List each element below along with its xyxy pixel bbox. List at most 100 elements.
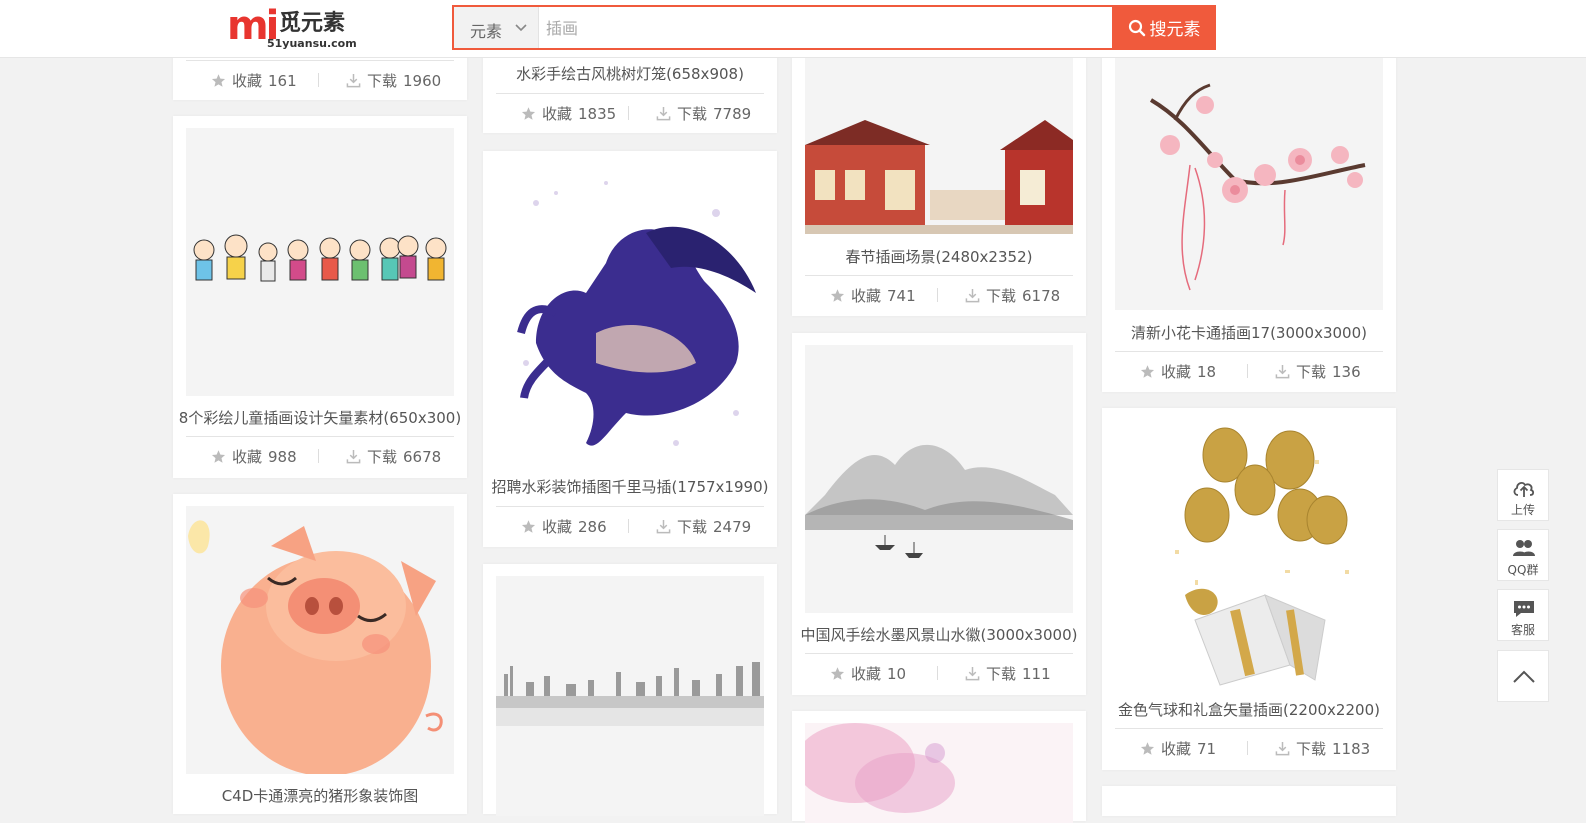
card-title[interactable]: 春节插画场景(2480x2352)	[792, 246, 1086, 267]
resource-card[interactable]: 清新小花卡通插画17(3000x3000) 收藏 18 下载 136	[1102, 20, 1396, 392]
card-title[interactable]: 招聘水彩装饰插图千里马插(1757x1990)	[483, 476, 777, 497]
card-title[interactable]: 8个彩绘儿童插画设计矢量素材(650x300)	[173, 407, 467, 428]
card-footer: 收藏 988 下载 6678	[186, 436, 454, 477]
card-thumbnail[interactable]	[496, 576, 764, 816]
download-button[interactable]: 下载 7789	[656, 103, 751, 124]
card-thumbnail[interactable]	[1115, 50, 1383, 310]
flower-branch-illustration	[1149, 83, 1366, 291]
download-label: 下载	[677, 105, 708, 123]
favorite-button[interactable]: 收藏 161	[211, 70, 297, 91]
download-button[interactable]: 下载 136	[1275, 361, 1361, 382]
download-label: 下载	[1296, 363, 1327, 381]
download-button[interactable]: 下载 1183	[1275, 738, 1370, 759]
cloud-upload-icon	[1513, 481, 1535, 497]
favorite-button[interactable]: 收藏 286	[521, 516, 607, 537]
card-footer: 收藏 286 下载 2479	[496, 506, 764, 547]
download-button[interactable]: 下载 111	[965, 663, 1051, 684]
favorite-button[interactable]: 收藏 18	[1140, 361, 1216, 382]
card-title[interactable]: 中国风手绘水墨风景山水徽(3000x3000)	[792, 624, 1086, 645]
card-thumbnail[interactable]	[805, 50, 1073, 234]
chevron-up-icon	[1513, 670, 1535, 683]
resource-card[interactable]: C4D卡通漂亮的猪形象装饰图	[173, 494, 467, 814]
card-thumbnail[interactable]	[1115, 420, 1383, 688]
download-label: 下载	[677, 518, 708, 536]
favorite-count: 286	[578, 517, 607, 536]
card-thumbnail[interactable]	[186, 128, 454, 396]
divider	[318, 73, 319, 87]
back-to-top-button[interactable]	[1497, 650, 1549, 702]
resource-card[interactable]: 中国风手绘水墨风景山水徽(3000x3000) 收藏 10 下载 111	[792, 333, 1086, 695]
favorite-count: 741	[887, 286, 916, 305]
star-icon	[211, 450, 226, 463]
chat-bubble-icon	[1514, 601, 1534, 617]
star-icon	[830, 289, 845, 302]
download-icon	[1275, 364, 1290, 379]
download-label: 下载	[1296, 740, 1327, 758]
card-title[interactable]: 金色气球和礼盒矢量插画(2200x2200)	[1102, 699, 1396, 720]
resource-card[interactable]: 8个彩绘儿童插画设计矢量素材(650x300) 收藏 988 下载 6678	[173, 116, 467, 478]
chevron-down-icon	[515, 24, 527, 32]
resource-card[interactable]	[792, 711, 1086, 823]
download-label: 下载	[367, 72, 398, 90]
card-title[interactable]: C4D卡通漂亮的猪形象装饰图	[173, 785, 467, 806]
star-icon	[1140, 365, 1155, 378]
favorite-count: 161	[268, 71, 297, 90]
favorite-button[interactable]: 收藏 1835	[521, 103, 616, 124]
resource-card[interactable]: 春节插画场景(2480x2352) 收藏 741 下载 6178	[792, 20, 1086, 316]
pig-illustration	[188, 520, 443, 774]
card-title[interactable]: 清新小花卡通插画17(3000x3000)	[1102, 322, 1396, 343]
divider	[937, 666, 938, 680]
download-button[interactable]: 下载 2479	[656, 516, 751, 537]
card-footer: 收藏 10 下载 111	[805, 653, 1073, 694]
download-button[interactable]: 下载 1960	[346, 70, 441, 91]
favorite-count: 1835	[578, 104, 617, 123]
upload-label: 上传	[1510, 503, 1535, 517]
customer-service-button[interactable]: 客服	[1497, 589, 1549, 641]
favorite-label: 收藏	[851, 287, 882, 305]
resource-card[interactable]: 金色气球和礼盒矢量插画(2200x2200) 收藏 71 下载 1183	[1102, 408, 1396, 770]
card-title[interactable]: 水彩手绘古风桃树灯笼(658x908)	[483, 63, 777, 84]
search-button[interactable]: 搜元素	[1112, 5, 1216, 50]
card-footer: 收藏 161 下载 1960	[186, 60, 454, 101]
children-illustration	[193, 234, 447, 282]
site-logo[interactable]: mi 觅元素 51yuansu.com	[227, 6, 357, 52]
favorite-label: 收藏	[542, 105, 573, 123]
skyline-illustration	[496, 662, 764, 726]
card-thumbnail[interactable]	[496, 163, 764, 466]
resource-card[interactable]	[483, 564, 777, 816]
resource-card[interactable]	[1102, 786, 1396, 816]
resource-card[interactable]: 招聘水彩装饰插图千里马插(1757x1990) 收藏 286 下载 2479	[483, 151, 777, 547]
search-input[interactable]	[544, 15, 1108, 41]
favorite-label: 收藏	[232, 448, 263, 466]
qq-group-button[interactable]: QQ群	[1497, 529, 1549, 581]
card-footer: 收藏 18 下载 136	[1115, 351, 1383, 392]
download-icon	[656, 106, 671, 121]
card-thumbnail[interactable]	[805, 345, 1073, 613]
download-button[interactable]: 下载 6178	[965, 285, 1060, 306]
download-icon	[965, 288, 980, 303]
divider	[628, 106, 629, 120]
favorite-count: 10	[887, 664, 907, 683]
download-icon	[656, 519, 671, 534]
divider	[1247, 364, 1248, 378]
card-thumbnail[interactable]	[186, 506, 454, 774]
logo-text: 觅元素	[279, 11, 346, 36]
download-count: 1960	[403, 71, 442, 90]
download-count: 6678	[403, 447, 442, 466]
festival-scene-illustration	[805, 120, 1073, 234]
search-category-select[interactable]: 元素	[454, 7, 539, 48]
download-label: 下载	[986, 665, 1017, 683]
header: mi 觅元素 51yuansu.com 元素 搜元素	[0, 0, 1586, 58]
favorite-button[interactable]: 收藏 988	[211, 446, 297, 467]
download-button[interactable]: 下载 6678	[346, 446, 441, 467]
logo-domain: 51yuansu.com	[267, 37, 357, 50]
download-count: 2479	[713, 517, 752, 536]
upload-button[interactable]: 上传	[1497, 469, 1549, 521]
card-thumbnail[interactable]	[805, 723, 1073, 823]
favorite-button[interactable]: 收藏 741	[830, 285, 916, 306]
favorite-label: 收藏	[1161, 363, 1192, 381]
favorite-button[interactable]: 收藏 71	[1140, 738, 1216, 759]
download-icon	[1275, 741, 1290, 756]
favorite-button[interactable]: 收藏 10	[830, 663, 906, 684]
download-count: 7789	[713, 104, 752, 123]
